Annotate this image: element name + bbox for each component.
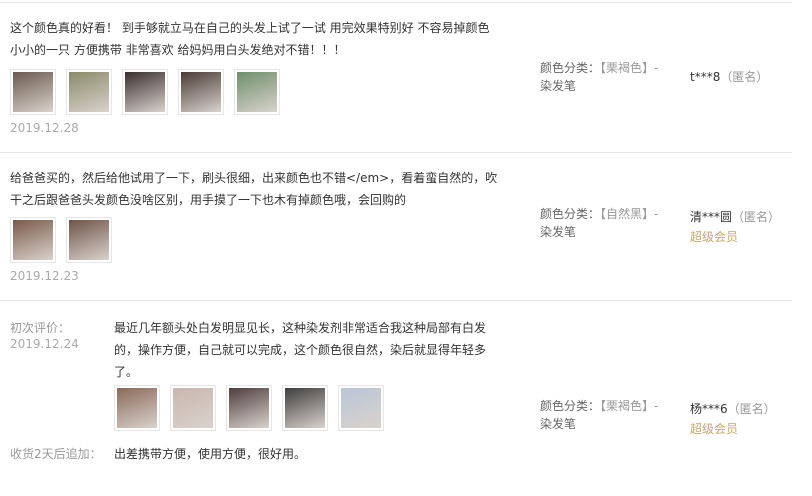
- review-photo-thumbnail[interactable]: [10, 217, 56, 263]
- review-photo-thumbnail[interactable]: [122, 69, 168, 115]
- review-date: 2019.12.23: [10, 269, 79, 283]
- woman-selfie-photo: [125, 72, 165, 112]
- product-box-photo: [69, 220, 109, 260]
- review-item: 初次评价： 2019.12.24 最近几年额头处白发明显见长，这种染发剂非常适合…: [0, 300, 792, 496]
- appended-review-text: 出差携带方便，使用方便，很好用。: [114, 447, 307, 461]
- sku-value: 【栗褐色】-: [600, 399, 659, 413]
- sku-value-suffix: 染发笔: [540, 417, 577, 431]
- anonymous-tag: （匿名）: [727, 402, 776, 416]
- anonymous-tag: （匿名）: [720, 70, 769, 84]
- sku-value-suffix: 染发笔: [540, 79, 577, 93]
- product-pen-photo: [69, 72, 109, 112]
- review-photo-thumbnail[interactable]: [66, 69, 112, 115]
- review-photo-thumbnail[interactable]: [66, 217, 112, 263]
- review-item: 给爸爸买的，然后给他试用了一下，刷头很细，出来颜色也不错</em>，看着蛮自然的…: [0, 152, 792, 300]
- appended-review-label: 收货2天后追加：: [10, 447, 102, 461]
- review-photo-thumbnail[interactable]: [114, 385, 160, 431]
- reviewer: 杨***6（匿名） 超级会员: [690, 399, 776, 439]
- review-photos: [10, 69, 280, 115]
- sku-label: 颜色分类：: [540, 399, 601, 413]
- review-photo-thumbnail[interactable]: [10, 69, 56, 115]
- product-pen-photo: [117, 388, 157, 428]
- sku-label: 颜色分类：: [540, 61, 601, 75]
- review-photo-thumbnail[interactable]: [234, 69, 280, 115]
- sku-info: 颜色分类：【自然黑】- 染发笔: [540, 205, 670, 241]
- sku-label: 颜色分类：: [540, 207, 601, 221]
- vip-badge: 超级会员: [690, 230, 739, 244]
- product-box-photo: [13, 220, 53, 260]
- anonymous-tag: （匿名）: [732, 210, 781, 224]
- review-text: 这个颜色真的好看！ 到手够就立马在自己的头发上试了一试 用完效果特别好 不容易掉…: [10, 21, 490, 57]
- review-photos: [114, 385, 384, 431]
- sku-value: 【自然黑】-: [600, 207, 659, 221]
- review-date: 2019.12.24: [10, 337, 79, 351]
- woman-selfie-photo: [181, 72, 221, 112]
- sku-info: 颜色分类：【栗褐色】- 染发笔: [540, 397, 670, 433]
- product-box-photo: [229, 388, 269, 428]
- reviewer-name: 清***圆: [690, 210, 733, 224]
- hair-root-photo: [13, 72, 53, 112]
- initial-review-label: 初次评价：: [10, 321, 71, 335]
- woman-selfie-photo: [341, 388, 381, 428]
- reviewer: 清***圆（匿名） 超级会员: [690, 207, 780, 247]
- review-text: 最近几年额头处白发明显见长，这种染发剂非常适合我这种局部有白发的，操作方便，自己…: [114, 321, 487, 379]
- review-photos: [10, 217, 112, 263]
- sku-value-suffix: 染发笔: [540, 225, 577, 239]
- reviewer-name: 杨***6: [690, 402, 728, 416]
- review-date: 2019.12.28: [10, 121, 79, 135]
- review-photo-thumbnail[interactable]: [178, 69, 224, 115]
- hair-photo: [173, 388, 213, 428]
- review-item: 这个颜色真的好看！ 到手够就立马在自己的头发上试了一试 用完效果特别好 不容易掉…: [0, 2, 792, 152]
- sku-value: 【栗褐色】-: [600, 61, 659, 75]
- review-text: 给爸爸买的，然后给他试用了一下，刷头很细，出来颜色也不错</em>，看着蛮自然的…: [10, 171, 498, 207]
- product-pen-photo: [237, 72, 277, 112]
- review-photo-thumbnail[interactable]: [338, 385, 384, 431]
- hair-photo: [285, 388, 325, 428]
- review-photo-thumbnail[interactable]: [170, 385, 216, 431]
- review-photo-thumbnail[interactable]: [282, 385, 328, 431]
- sku-info: 颜色分类：【栗褐色】- 染发笔: [540, 59, 670, 95]
- vip-badge: 超级会员: [690, 422, 739, 436]
- reviewer: t***8（匿名）: [690, 67, 768, 87]
- reviewer-name: t***8: [690, 70, 721, 84]
- review-photo-thumbnail[interactable]: [226, 385, 272, 431]
